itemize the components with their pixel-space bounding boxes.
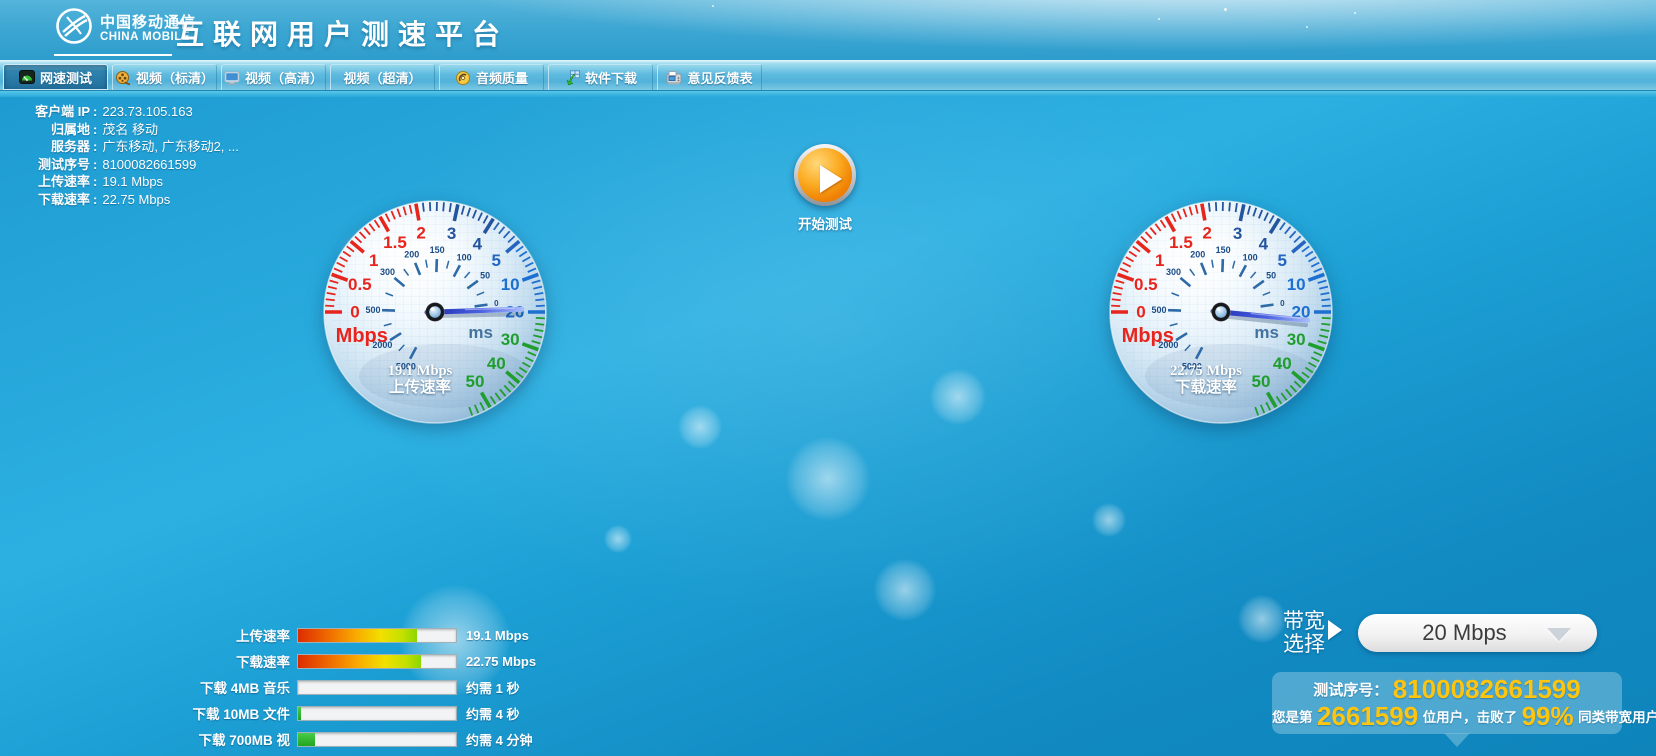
svg-text:200: 200 <box>1190 250 1205 260</box>
svg-text:0: 0 <box>1280 299 1285 308</box>
svg-text:40: 40 <box>487 354 506 373</box>
svg-text:50: 50 <box>1252 372 1271 391</box>
film-reel-icon <box>115 70 131 86</box>
svg-text:10: 10 <box>501 275 520 294</box>
svg-text:1: 1 <box>1155 251 1164 270</box>
svg-text:4: 4 <box>473 235 483 254</box>
svg-text:300: 300 <box>380 267 395 277</box>
svg-text:150: 150 <box>430 245 445 255</box>
upload-gauge: 00.511.523451020304050Mbpsms050100150200… <box>315 192 555 432</box>
bandwidth-dropdown[interactable]: 20 Mbps <box>1358 614 1597 652</box>
svg-text:40: 40 <box>1273 354 1292 373</box>
svg-text:100: 100 <box>1243 252 1258 262</box>
svg-text:50: 50 <box>1266 271 1276 281</box>
svg-text:ms: ms <box>1254 323 1279 342</box>
tab-audio-quality[interactable]: 音频质量 <box>439 64 544 90</box>
client-info-row-client-ip: 客户端 IP:223.73.105.163 <box>10 103 239 121</box>
china-mobile-logo-icon <box>54 6 94 51</box>
svg-text:2000: 2000 <box>1158 340 1178 350</box>
client-info-row-location: 归属地:茂名 移动 <box>10 121 239 139</box>
svg-text:3: 3 <box>1233 224 1242 243</box>
bar-row-upload-speed: 上传速率 19.1 Mbps <box>178 622 536 648</box>
svg-text:2000: 2000 <box>372 340 392 350</box>
svg-text:2: 2 <box>416 224 425 243</box>
svg-text:500: 500 <box>366 305 381 315</box>
client-info-row-upload-rate: 上传速率:19.1 Mbps <box>10 173 239 191</box>
tab-feedback[interactable]: 意见反馈表 <box>657 64 762 90</box>
speed-bars-panel: 上传速率 19.1 Mbps 下载速率 22.75 Mbps 下载 4MB 音乐… <box>178 622 536 752</box>
download-gauge: 00.511.523451020304050Mbpsms050100150200… <box>1101 192 1341 432</box>
bandwidth-select-label: 带宽 选择 <box>1283 610 1325 656</box>
bar-row-music-4mb: 下载 4MB 音乐 约需 1 秒 <box>178 674 536 700</box>
start-test-button[interactable]: 开始测试 <box>765 144 885 233</box>
tab-video-hd[interactable]: 视频（高清） <box>221 64 326 90</box>
svg-text:30: 30 <box>501 330 520 349</box>
chevron-down-icon <box>1547 628 1571 641</box>
svg-text:30: 30 <box>1287 330 1306 349</box>
result-test-id-label: 测试序号： <box>1313 682 1388 699</box>
svg-text:500: 500 <box>1152 305 1167 315</box>
monitor-icon <box>224 70 240 86</box>
svg-text:1: 1 <box>369 251 378 270</box>
svg-text:150: 150 <box>1216 245 1231 255</box>
fax-icon <box>666 70 682 86</box>
client-info-row-server: 服务器:广东移动, 广东移动2, ... <box>10 138 239 156</box>
svg-text:50: 50 <box>480 271 490 281</box>
start-test-label: 开始测试 <box>765 213 885 233</box>
svg-text:50: 50 <box>466 372 485 391</box>
progress-bar <box>297 628 457 643</box>
svg-text:0: 0 <box>1136 303 1145 322</box>
result-rank-pre: 您是第 <box>1272 710 1313 725</box>
client-info-row-test-id: 测试序号:8100082661599 <box>10 156 239 174</box>
play-icon <box>798 148 852 202</box>
svg-text:2: 2 <box>1202 224 1211 243</box>
result-test-id-value: 8100082661599 <box>1393 674 1581 704</box>
progress-bar <box>297 732 457 747</box>
download-icon <box>564 70 580 86</box>
result-beat-percent: 99% <box>1522 701 1574 731</box>
svg-text:200: 200 <box>404 250 419 260</box>
client-info-panel: 客户端 IP:223.73.105.163 归属地:茂名 移动 服务器:广东移动… <box>10 103 239 209</box>
svg-text:5000: 5000 <box>1182 362 1202 372</box>
page-title: 互联网用户测速平台 <box>176 13 509 53</box>
svg-text:0.5: 0.5 <box>348 275 372 294</box>
svg-text:5000: 5000 <box>396 362 416 372</box>
svg-text:5: 5 <box>492 251 501 270</box>
bandwidth-selected-value: 20 Mbps <box>1422 620 1506 646</box>
svg-text:ms: ms <box>468 323 493 342</box>
svg-text:5: 5 <box>1278 251 1287 270</box>
svg-text:0.5: 0.5 <box>1134 275 1158 294</box>
svg-text:4: 4 <box>1259 235 1269 254</box>
header: 中国移动通信 CHINA MOBILE 移动通信专家 互联网用户测速平台 <box>0 0 1656 61</box>
progress-bar <box>297 654 457 669</box>
svg-text:100: 100 <box>457 252 472 262</box>
tab-video-uhd[interactable]: 视频（超清） <box>330 64 435 90</box>
progress-bar <box>297 680 457 695</box>
speed-test-page: 中国移动通信 CHINA MOBILE 移动通信专家 互联网用户测速平台 网速测… <box>0 0 1656 756</box>
result-rank-mid: 位用户，击败了 <box>1423 710 1518 725</box>
audio-disc-icon <box>455 70 471 86</box>
speed-gauge-icon <box>19 69 35 85</box>
tab-speed-test[interactable]: 网速测试 <box>3 64 108 90</box>
svg-text:0: 0 <box>350 303 359 322</box>
tab-bar: 网速测试 视频（标清） 视频（高清） 视频（超清） 音频质量 软件下载 意见反馈… <box>0 60 1656 91</box>
svg-text:300: 300 <box>1166 267 1181 277</box>
tab-video-sd[interactable]: 视频（标清） <box>112 64 217 90</box>
result-user-number: 2661599 <box>1317 701 1418 731</box>
client-info-row-download-rate: 下载速率:22.75 Mbps <box>10 191 239 209</box>
bar-row-download-speed: 下载速率 22.75 Mbps <box>178 648 536 674</box>
tab-software-download[interactable]: 软件下载 <box>548 64 653 90</box>
bandwidth-arrow-icon <box>1328 620 1342 640</box>
bar-row-file-10mb: 下载 10MB 文件 约需 4 秒 <box>178 700 536 726</box>
svg-text:0: 0 <box>494 299 499 308</box>
progress-bar <box>297 706 457 721</box>
result-rank-post: 同类带宽用户 <box>1578 710 1656 725</box>
svg-text:10: 10 <box>1287 275 1306 294</box>
svg-text:3: 3 <box>447 224 456 243</box>
bar-row-video-700mb: 下载 700MB 视 约需 4 分钟 <box>178 726 536 752</box>
test-result-panel: 测试序号： 8100082661599 您是第 2661599 位用户，击败了 … <box>1272 672 1622 734</box>
